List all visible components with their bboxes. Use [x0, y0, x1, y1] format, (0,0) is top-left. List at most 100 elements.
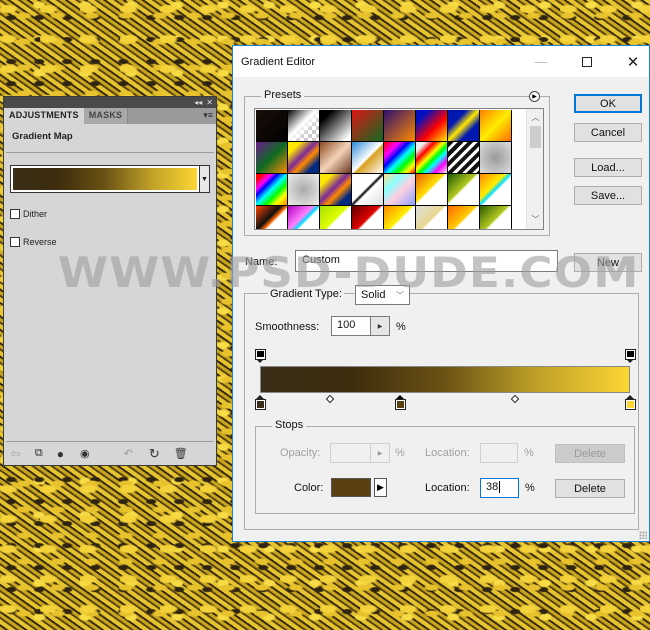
preset-swatch[interactable]	[448, 174, 479, 205]
preset-swatch[interactable]	[256, 206, 287, 229]
preset-swatch[interactable]	[352, 206, 383, 229]
opacity-location-unit: %	[524, 447, 534, 459]
tab-adjustments[interactable]: ADJUSTMENTS	[4, 108, 84, 124]
view-previous-icon[interactable]: ↶	[124, 447, 133, 460]
gradient-type-label: Gradient Type:	[268, 288, 344, 300]
stops-label: Stops	[272, 419, 307, 431]
color-location-value: 38	[486, 481, 499, 493]
preset-swatch[interactable]	[480, 206, 511, 229]
dialog-titlebar[interactable]: Gradient Editor — ✕	[233, 46, 649, 77]
preset-swatch[interactable]	[352, 110, 383, 141]
presets-scrollbar[interactable]: ︿ ﹀	[526, 109, 543, 229]
gradient-type-select[interactable]: Solid ﹀	[355, 285, 410, 305]
color-label: Color:	[294, 482, 324, 494]
preset-swatch[interactable]	[384, 110, 415, 141]
opacity-slider-toggle[interactable]: ▶	[370, 443, 390, 463]
new-button[interactable]: New	[574, 253, 642, 272]
preset-swatch[interactable]	[480, 110, 511, 141]
color-stop[interactable]	[624, 395, 636, 410]
preset-swatch[interactable]	[320, 110, 351, 141]
preset-swatch[interactable]	[480, 174, 511, 205]
preset-swatch[interactable]	[256, 110, 287, 141]
preset-swatch[interactable]	[416, 110, 447, 141]
preset-swatch[interactable]	[416, 206, 447, 229]
midpoint-diamond[interactable]	[511, 394, 520, 404]
opacity-label: Opacity:	[280, 447, 321, 459]
reverse-checkbox[interactable]: Reverse	[10, 237, 216, 247]
opacity-location-input[interactable]	[480, 443, 518, 463]
smoothness-label: Smoothness:	[255, 321, 320, 333]
panel-menu-icon[interactable]: ▾≡	[203, 110, 213, 121]
visibility-eye-icon[interactable]: ●	[57, 447, 64, 461]
color-location-input[interactable]: 38	[480, 478, 519, 498]
color-stop[interactable]	[254, 395, 266, 410]
preset-swatch[interactable]	[320, 142, 351, 173]
dropdown-arrow-icon[interactable]: ▼	[199, 166, 209, 192]
save-button[interactable]: Save...	[574, 186, 642, 205]
preset-swatch[interactable]	[384, 206, 415, 229]
load-button[interactable]: Load...	[574, 158, 642, 177]
preset-swatch[interactable]	[352, 142, 383, 173]
color-delete-button[interactable]: Delete	[555, 479, 625, 498]
preset-swatch[interactable]	[256, 142, 287, 173]
ok-button[interactable]: OK	[574, 94, 642, 113]
minimize-button[interactable]: —	[519, 46, 563, 77]
presets-group: Presets ▶ ︿ ﹀	[244, 89, 550, 236]
preset-swatch[interactable]	[288, 174, 319, 205]
dither-label: Dither	[23, 209, 48, 219]
gradient-editor-dialog: Gradient Editor — ✕ Presets ▶ ︿ ﹀ OK Can…	[232, 45, 650, 542]
name-input[interactable]: Custom	[295, 250, 558, 272]
preset-swatch[interactable]	[320, 174, 351, 205]
cancel-button[interactable]: Cancel	[574, 123, 642, 142]
checkbox-box[interactable]	[10, 209, 20, 219]
midpoint-diamond[interactable]	[326, 394, 335, 404]
scroll-thumb[interactable]	[530, 126, 541, 148]
maximize-button[interactable]	[565, 46, 609, 77]
preset-swatch[interactable]	[416, 142, 447, 173]
gradient-picker[interactable]: ▼	[10, 165, 210, 193]
view-previous-state-icon[interactable]: ◉	[80, 447, 90, 460]
chevron-up-icon[interactable]: ︿	[527, 111, 543, 125]
preset-swatch[interactable]	[288, 206, 319, 229]
reset-icon[interactable]: ↻	[149, 446, 160, 462]
double-chevron-left-icon[interactable]: ◂◂	[194, 98, 202, 107]
preset-swatch[interactable]	[256, 174, 287, 205]
chevron-down-icon[interactable]: ﹀	[527, 213, 543, 227]
tab-masks[interactable]: MASKS	[83, 108, 129, 124]
preset-swatch[interactable]	[320, 206, 351, 229]
preset-swatch[interactable]	[448, 110, 479, 141]
panel-topbar: ◂◂ ✕	[4, 97, 216, 108]
gradient-bar[interactable]	[260, 366, 630, 393]
smoothness-slider-toggle[interactable]: ▶	[370, 316, 390, 336]
opacity-stop[interactable]	[624, 349, 636, 364]
opacity-delete-button[interactable]: Delete	[555, 444, 625, 463]
clip-to-layer-icon[interactable]: ⧉	[35, 447, 43, 460]
resize-grip[interactable]	[639, 531, 647, 539]
preset-swatch[interactable]	[352, 174, 383, 205]
opacity-unit: %	[395, 447, 405, 459]
preset-swatch[interactable]	[384, 142, 415, 173]
preset-swatch[interactable]	[384, 174, 415, 205]
panel-tabs: ADJUSTMENTS MASKS ▾≡	[4, 108, 216, 124]
back-arrow-icon[interactable]: ⇦	[10, 446, 21, 462]
color-stop[interactable]	[395, 395, 407, 410]
trash-icon[interactable]: 🗑	[174, 447, 188, 460]
color-swatch[interactable]	[331, 478, 371, 497]
dither-checkbox[interactable]: Dither	[10, 209, 216, 219]
preset-swatch[interactable]	[416, 174, 447, 205]
gradient-preview[interactable]	[13, 168, 197, 190]
preset-swatch[interactable]	[448, 206, 479, 229]
preset-swatch[interactable]	[480, 142, 511, 173]
reverse-label: Reverse	[23, 237, 57, 247]
preset-swatch[interactable]	[288, 110, 319, 141]
flyout-menu-icon[interactable]: ▶	[529, 91, 540, 102]
preset-swatch[interactable]	[448, 142, 479, 173]
preset-swatch[interactable]	[288, 142, 319, 173]
close-icon[interactable]: ✕	[206, 98, 213, 107]
color-location-unit: %	[525, 482, 535, 494]
color-menu-arrow-icon[interactable]: ▶	[374, 478, 387, 497]
opacity-location-label: Location:	[425, 447, 470, 459]
opacity-stop[interactable]	[254, 349, 266, 364]
checkbox-box[interactable]	[10, 237, 20, 247]
close-button[interactable]: ✕	[611, 46, 650, 77]
